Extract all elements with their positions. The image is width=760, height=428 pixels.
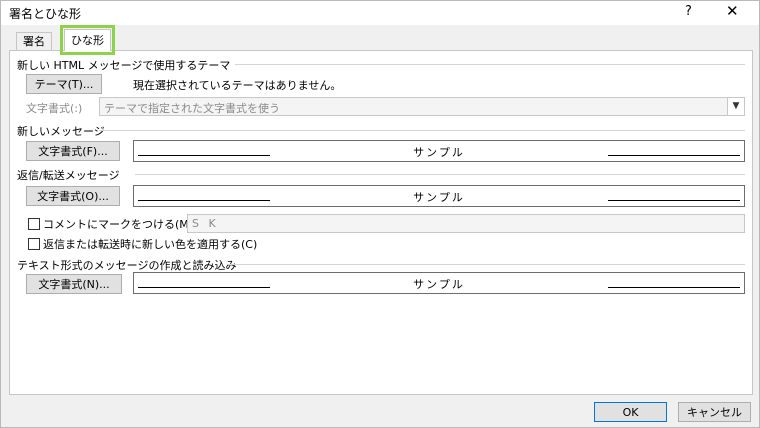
sample-rule bbox=[608, 200, 740, 201]
window-title: 署名とひな形 bbox=[9, 7, 82, 21]
section-new-mail-label: 新しいメッセージ bbox=[17, 125, 105, 138]
reply-sample: サンプル bbox=[133, 185, 745, 207]
chevron-down-icon[interactable]: ▼ bbox=[727, 98, 744, 115]
section-reply-heading: 返信/転送メッセージ bbox=[17, 167, 745, 183]
cancel-button[interactable]: キャンセル bbox=[678, 402, 751, 422]
section-divider bbox=[227, 264, 745, 265]
new-color-label: 返信または転送時に新しい色を適用する(C) bbox=[43, 238, 258, 251]
section-divider bbox=[135, 174, 745, 175]
tab-stationery[interactable]: ひな形 bbox=[60, 25, 115, 55]
theme-font-select-value: テーマで指定された文字書式を使う bbox=[104, 102, 280, 115]
theme-font-select[interactable]: テーマで指定された文字書式を使う ▼ bbox=[99, 97, 745, 116]
section-theme-heading: 新しい HTML メッセージで使用するテーマ bbox=[17, 57, 745, 73]
new-mail-font-button[interactable]: 文字書式(F)... bbox=[26, 141, 120, 161]
sample-text: サンプル bbox=[413, 146, 465, 159]
plain-sample: サンプル bbox=[133, 272, 745, 294]
new-color-checkbox[interactable] bbox=[28, 238, 40, 250]
initials-field[interactable]: S K bbox=[187, 214, 745, 233]
sample-rule bbox=[608, 155, 740, 156]
sample-text: サンプル bbox=[413, 191, 465, 204]
section-new-mail-heading: 新しいメッセージ bbox=[17, 123, 745, 139]
section-plain-heading: テキスト形式のメッセージの作成と読み込み bbox=[17, 257, 745, 273]
ok-button[interactable]: OK bbox=[594, 402, 667, 422]
close-icon[interactable]: ✕ bbox=[726, 2, 739, 20]
signatures-dialog: 署名とひな形 ? ✕ 署名 ひな形 新しい HTML メッセージで使用するテーマ… bbox=[0, 0, 760, 428]
section-plain-label: テキスト形式のメッセージの作成と読み込み bbox=[17, 259, 237, 272]
section-theme-label: 新しい HTML メッセージで使用するテーマ bbox=[17, 59, 231, 72]
reply-font-button[interactable]: 文字書式(O)... bbox=[26, 186, 120, 206]
mark-comments-label: コメントにマークをつける(M): bbox=[43, 218, 197, 231]
tab-signature[interactable]: 署名 bbox=[16, 32, 52, 51]
theme-status: 現在選択されているテーマはありません。 bbox=[133, 79, 342, 92]
section-divider bbox=[235, 64, 745, 65]
font-label: 文字書式(:) bbox=[26, 102, 83, 115]
mark-comments-checkbox[interactable] bbox=[28, 218, 40, 230]
help-icon[interactable]: ? bbox=[685, 4, 692, 19]
sample-rule bbox=[608, 287, 740, 288]
sample-text: サンプル bbox=[413, 278, 465, 291]
new-mail-sample: サンプル bbox=[133, 140, 745, 162]
theme-button[interactable]: テーマ(T)... bbox=[26, 74, 102, 94]
section-divider bbox=[99, 130, 745, 131]
section-reply-label: 返信/転送メッセージ bbox=[17, 169, 120, 182]
plain-font-button[interactable]: 文字書式(N)... bbox=[26, 274, 122, 294]
title-bar: 署名とひな形 ? ✕ bbox=[1, 1, 759, 25]
initials-value: S K bbox=[192, 217, 219, 230]
